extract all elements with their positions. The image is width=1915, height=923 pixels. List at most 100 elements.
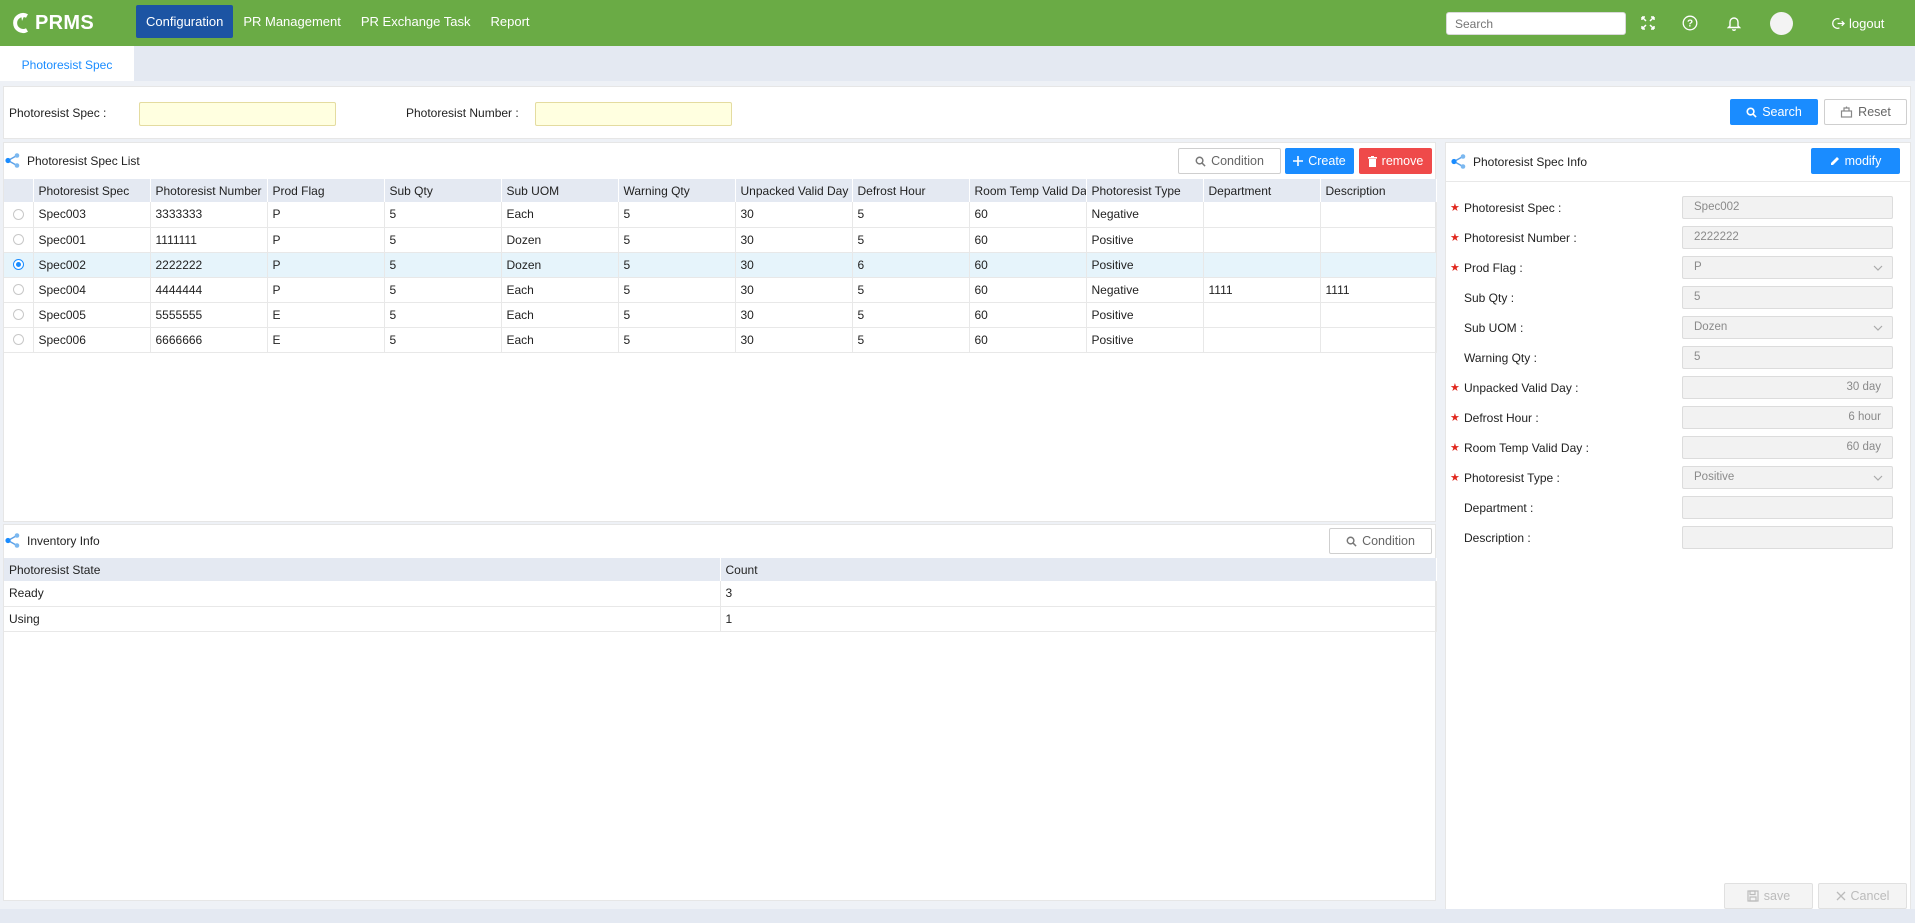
spec-condition-button[interactable]: Condition bbox=[1178, 148, 1281, 174]
column-header[interactable]: Department bbox=[1203, 179, 1321, 202]
fullscreen-icon[interactable] bbox=[1638, 13, 1658, 33]
row-radio[interactable] bbox=[12, 208, 24, 220]
field-value[interactable] bbox=[1682, 496, 1893, 519]
column-header[interactable]: Photoresist Number bbox=[150, 179, 268, 202]
table-row[interactable]: Spec005 5555555 E 5 Each 5 30 5 60 Posit… bbox=[4, 302, 1437, 328]
logo-icon bbox=[12, 12, 32, 34]
row-radio-checked[interactable] bbox=[12, 259, 24, 270]
column-header[interactable]: Sub UOM bbox=[501, 179, 619, 202]
field-photoresist-number: ★ Photoresist Number : 2222222 bbox=[1446, 226, 1906, 250]
column-header[interactable]: Photoresist Spec bbox=[33, 179, 151, 202]
column-header[interactable]: Warning Qty bbox=[618, 179, 736, 202]
table-cell: 30 bbox=[735, 252, 853, 278]
inventory-condition-button[interactable]: Condition bbox=[1329, 528, 1432, 554]
row-radio[interactable] bbox=[12, 234, 24, 245]
table-cell: Dozen bbox=[501, 227, 619, 253]
share-nodes-icon bbox=[4, 152, 21, 169]
table-cell: Spec004 bbox=[33, 277, 151, 303]
column-header[interactable]: Room Temp Valid Day bbox=[969, 179, 1087, 202]
notification-bell-icon[interactable] bbox=[1724, 13, 1744, 33]
row-select-cell[interactable] bbox=[4, 302, 34, 328]
table-cell: 5 bbox=[618, 202, 736, 228]
table-row[interactable]: Spec003 3333333 P 5 Each 5 30 5 60 Negat… bbox=[4, 202, 1437, 228]
table-row[interactable]: Using 1 bbox=[4, 606, 1437, 632]
row-select-cell[interactable] bbox=[4, 277, 34, 303]
field-value[interactable] bbox=[1682, 526, 1893, 549]
save-button[interactable]: save bbox=[1724, 883, 1813, 909]
column-header[interactable]: Count bbox=[720, 558, 1437, 581]
field-value[interactable]: 5 bbox=[1682, 346, 1893, 369]
table-row[interactable]: Ready 3 bbox=[4, 581, 1437, 607]
column-header[interactable]: Defrost Hour bbox=[852, 179, 970, 202]
save-button-label: save bbox=[1763, 889, 1791, 903]
row-radio[interactable] bbox=[12, 334, 24, 345]
app-logo[interactable]: PRMS bbox=[12, 9, 94, 37]
table-row[interactable]: Spec006 6666666 E 5 Each 5 30 5 60 Posit… bbox=[4, 327, 1437, 353]
spec-query-input[interactable] bbox=[139, 102, 336, 126]
nav-pr-management[interactable]: PR Management bbox=[233, 5, 351, 38]
field-label-text: Department bbox=[1464, 501, 1527, 515]
column-header[interactable]: Prod Flag bbox=[267, 179, 385, 202]
field-select[interactable]: Positive bbox=[1682, 466, 1893, 489]
column-header[interactable]: Photoresist State bbox=[4, 558, 721, 581]
field-value[interactable]: 60 day bbox=[1682, 436, 1893, 459]
reset-button[interactable]: Reset bbox=[1824, 99, 1907, 125]
help-icon[interactable]: ? bbox=[1680, 13, 1700, 33]
table-cell: Positive bbox=[1086, 327, 1204, 353]
field-select[interactable]: Dozen bbox=[1682, 316, 1893, 339]
table-cell bbox=[1320, 252, 1437, 278]
field-label: Prod Flag : bbox=[1464, 261, 1523, 275]
logout-button[interactable]: logout bbox=[1832, 13, 1884, 33]
create-button[interactable]: Create bbox=[1285, 148, 1354, 174]
field-label-text: Photoresist Type bbox=[1464, 471, 1554, 485]
row-select-cell[interactable] bbox=[4, 202, 34, 228]
field-value[interactable]: Spec002 bbox=[1682, 196, 1893, 219]
row-select-cell[interactable] bbox=[4, 227, 34, 253]
spec-table: Photoresist Spec Photoresist Number Prod… bbox=[4, 179, 1437, 353]
table-row[interactable]: Spec004 4444444 P 5 Each 5 30 5 60 Negat… bbox=[4, 277, 1437, 303]
nav-configuration[interactable]: Configuration bbox=[136, 5, 234, 38]
row-select-cell[interactable] bbox=[4, 327, 34, 353]
row-radio[interactable] bbox=[12, 309, 24, 320]
table-row-selected[interactable]: Spec002 2222222 P 5 Dozen 5 30 6 60 Posi… bbox=[4, 252, 1437, 278]
table-cell: Negative bbox=[1086, 202, 1204, 228]
field-label-text: Description bbox=[1464, 531, 1525, 545]
nav-pr-exchange-task[interactable]: PR Exchange Task bbox=[351, 5, 481, 38]
table-row[interactable]: Spec001 1111111 P 5 Dozen 5 30 5 60 Posi… bbox=[4, 227, 1437, 253]
table-cell: 30 bbox=[735, 302, 853, 328]
spec-query-label-text: Photoresist Spec bbox=[9, 106, 100, 120]
number-query-input[interactable] bbox=[535, 102, 732, 126]
field-value[interactable]: 30 day bbox=[1682, 376, 1893, 399]
field-label: Defrost Hour : bbox=[1464, 411, 1539, 425]
column-header[interactable]: Sub Qty bbox=[384, 179, 502, 202]
column-header[interactable]: Photoresist Type bbox=[1086, 179, 1204, 202]
field-select[interactable]: P bbox=[1682, 256, 1893, 279]
column-header[interactable]: Description bbox=[1320, 179, 1437, 202]
table-cell: 5 bbox=[384, 277, 502, 303]
spec-list-title: Photoresist Spec List bbox=[4, 152, 140, 169]
field-value[interactable]: 2222222 bbox=[1682, 226, 1893, 249]
tab-photoresist-spec[interactable]: Photoresist Spec bbox=[0, 46, 134, 81]
field-label: Warning Qty : bbox=[1464, 351, 1537, 365]
row-select-cell[interactable] bbox=[4, 252, 34, 278]
nav-report[interactable]: Report bbox=[481, 5, 540, 38]
field-description: Description : bbox=[1446, 526, 1906, 550]
inventory-panel: Inventory Info Condition Photoresist Sta… bbox=[3, 524, 1437, 901]
table-cell: 60 bbox=[969, 252, 1087, 278]
global-search-input[interactable] bbox=[1446, 12, 1626, 35]
cancel-button[interactable]: Cancel bbox=[1818, 883, 1907, 909]
user-avatar[interactable] bbox=[1770, 12, 1793, 35]
modify-button[interactable]: modify bbox=[1811, 148, 1900, 174]
table-cell: 5 bbox=[852, 202, 970, 228]
field-label: Photoresist Number : bbox=[1464, 231, 1577, 245]
field-value[interactable]: 6 hour bbox=[1682, 406, 1893, 429]
logout-label: logout bbox=[1849, 15, 1885, 31]
field-label: Room Temp Valid Day : bbox=[1464, 441, 1589, 455]
column-header[interactable]: Unpacked Valid Day bbox=[735, 179, 853, 202]
field-value[interactable]: 5 bbox=[1682, 286, 1893, 309]
remove-button[interactable]: remove bbox=[1359, 148, 1432, 174]
field-label-text: Room Temp Valid Day bbox=[1464, 441, 1583, 455]
search-button[interactable]: Search bbox=[1730, 99, 1818, 125]
row-radio[interactable] bbox=[12, 284, 24, 295]
field-label-text: Warning Qty bbox=[1464, 351, 1531, 365]
